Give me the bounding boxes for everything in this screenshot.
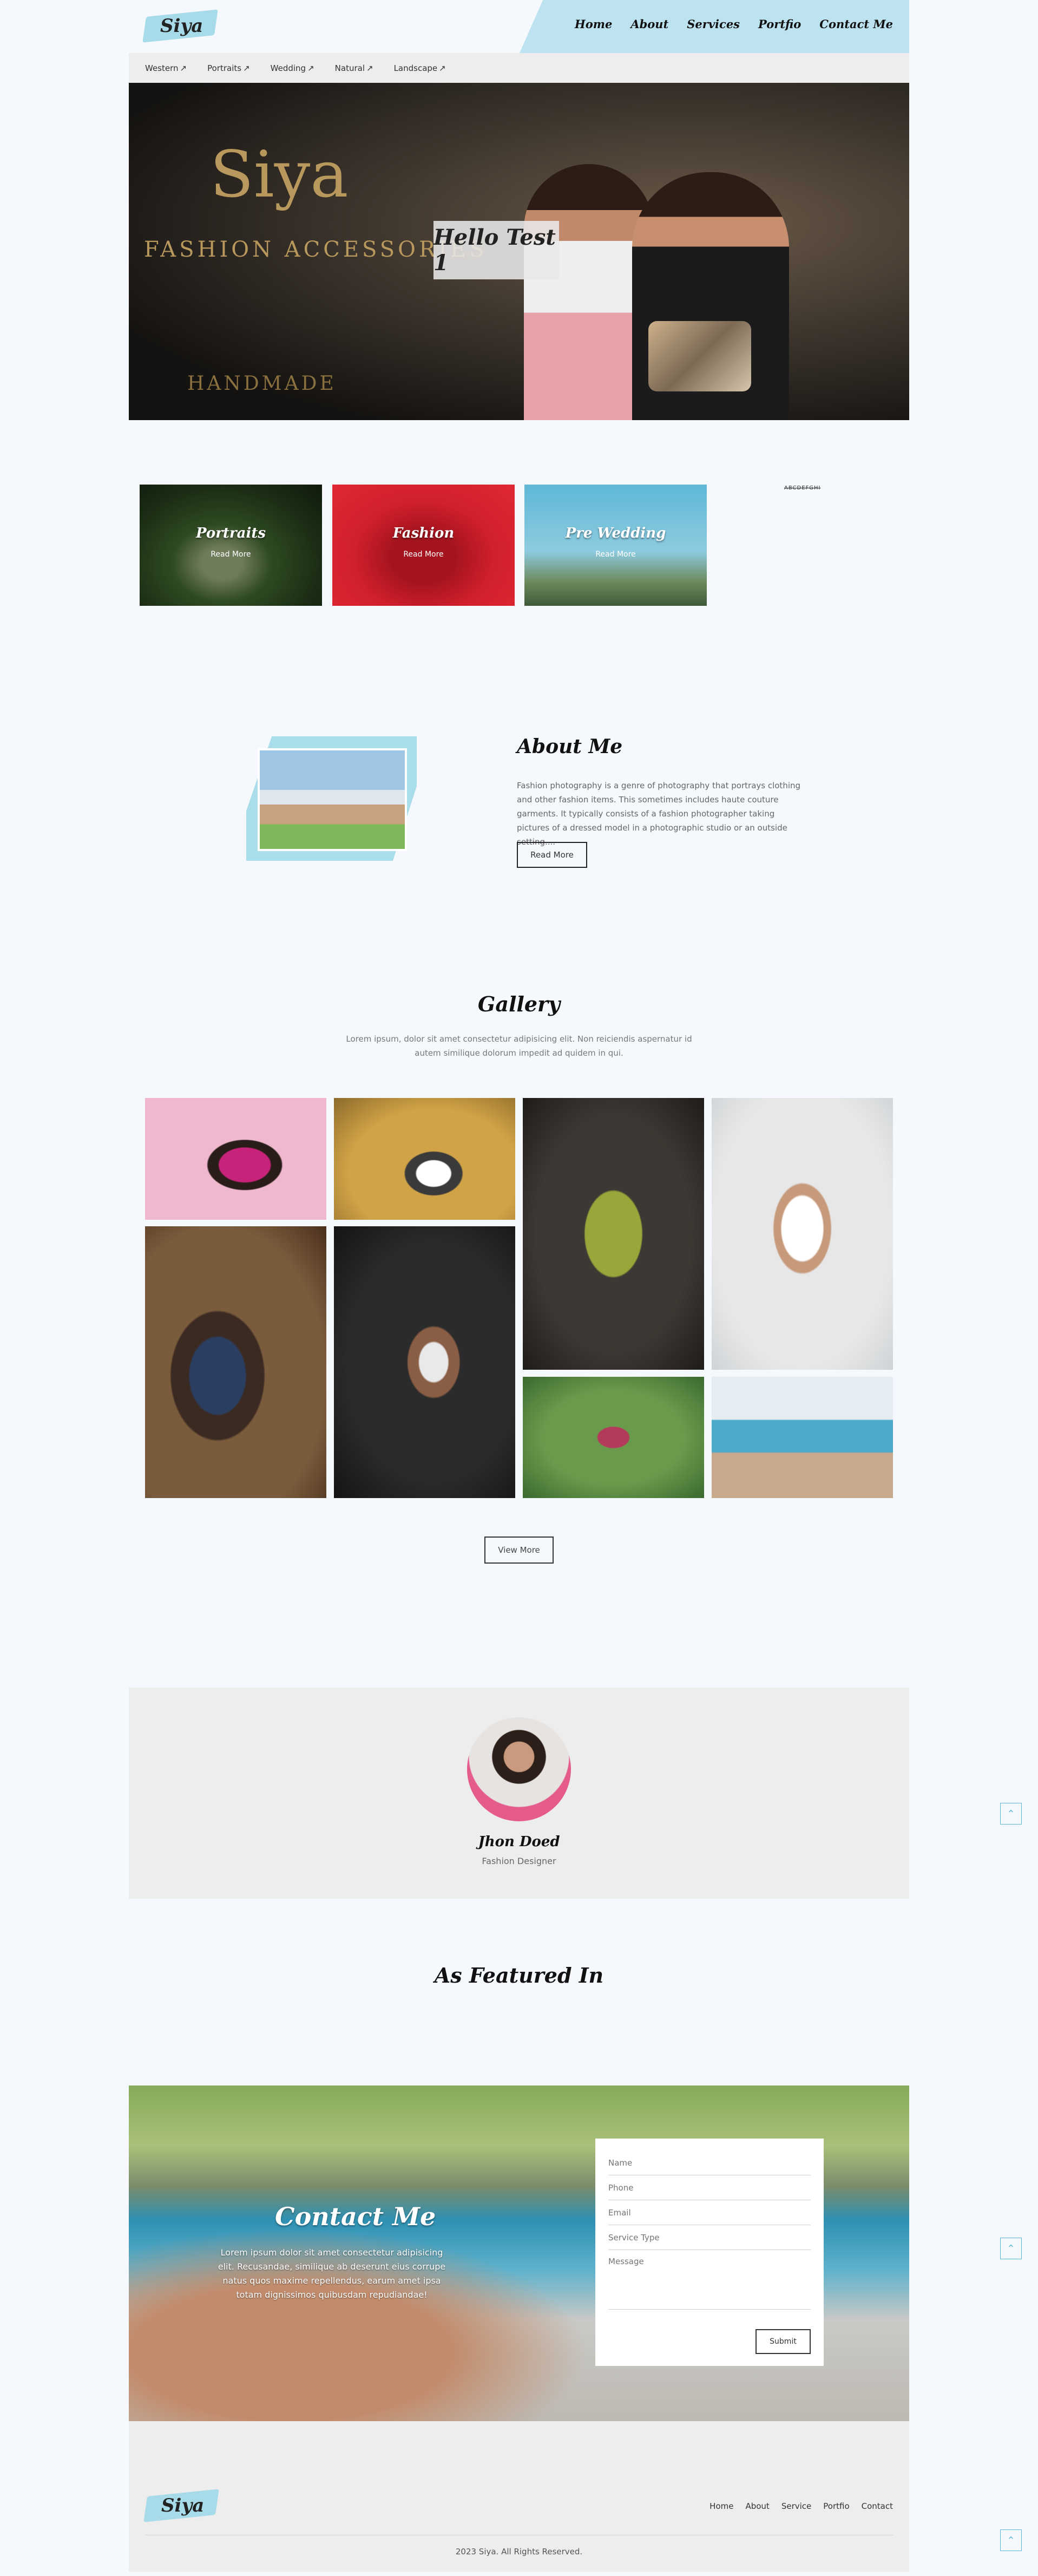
main-nav: Home About Services Portfio Contact Me: [575, 17, 893, 31]
category-title: Fashion: [392, 525, 455, 541]
chevron-up-icon: ⌃: [1007, 1808, 1015, 1820]
nav-contact[interactable]: Contact Me: [819, 17, 893, 31]
external-link-icon: ↗: [243, 63, 250, 73]
profile-name: Jhon Doed: [478, 1834, 560, 1850]
about-title: About Me: [517, 735, 623, 758]
nav-home[interactable]: Home: [575, 17, 612, 31]
footer-link-service[interactable]: Service: [781, 2501, 811, 2511]
contact-form: Submit: [595, 2139, 824, 2366]
hero-card-title: Hello Test 1: [433, 225, 556, 276]
profile-section: Jhon Doed Fashion Designer: [129, 1688, 909, 1899]
category-slider-label: ABCDEFGHI: [784, 485, 821, 491]
about-read-more-button[interactable]: Read More: [517, 842, 587, 868]
category-title: Portraits: [196, 525, 266, 541]
gallery-image[interactable]: [145, 1226, 326, 1498]
gallery-image[interactable]: [712, 1098, 893, 1370]
subnav-portraits[interactable]: Portraits ↗: [207, 63, 250, 73]
category-card-portraits[interactable]: Portraits Read More: [140, 485, 322, 606]
site-footer: Siya Home About Service Portfio Contact …: [129, 2421, 909, 2572]
profile-role: Fashion Designer: [482, 1856, 556, 1866]
message-field[interactable]: [608, 2250, 811, 2310]
subnav-landscape[interactable]: Landscape ↗: [394, 63, 446, 73]
scroll-top-button[interactable]: ⌃: [1000, 2238, 1022, 2259]
site-logo[interactable]: Siya: [142, 8, 218, 43]
hero-brand-text: Siya: [210, 137, 349, 212]
scroll-top-button[interactable]: ⌃: [1000, 1803, 1022, 1825]
site-header: Siya Home About Services Portfio Contact…: [129, 0, 909, 53]
nav-portfolio[interactable]: Portfio: [758, 17, 801, 31]
subnav-label: Landscape: [393, 63, 438, 73]
external-link-icon: ↗: [366, 63, 373, 73]
category-card-fashion[interactable]: Fashion Read More: [332, 485, 515, 606]
service-type-field[interactable]: [608, 2225, 811, 2250]
category-read-more[interactable]: Read More: [140, 550, 322, 559]
gallery-image[interactable]: [523, 1098, 704, 1370]
subnav-label: Wedding: [270, 63, 306, 73]
subnav-label: Natural: [334, 63, 365, 73]
footer-link-home[interactable]: Home: [709, 2501, 733, 2511]
external-link-icon: ↗: [439, 63, 446, 73]
gallery-description: Lorem ipsum, dolor sit amet consectetur …: [346, 1034, 692, 1058]
hero-banner: Siya FASHION ACCESSORIES HANDMADE Hello …: [129, 83, 909, 420]
contact-title: Contact Me: [275, 2202, 436, 2231]
logo-text: Siya: [161, 2495, 205, 2516]
nav-about[interactable]: About: [630, 17, 668, 31]
category-card-pre-wedding[interactable]: Pre Wedding Read More: [524, 485, 707, 606]
footer-logo[interactable]: Siya: [143, 2487, 219, 2522]
external-link-icon: ↗: [307, 63, 314, 73]
gallery-image[interactable]: [523, 1377, 704, 1498]
name-field[interactable]: [608, 2150, 811, 2175]
gallery-image[interactable]: [334, 1098, 515, 1220]
nav-services[interactable]: Services: [687, 17, 740, 31]
subnav-label: Portraits: [207, 63, 242, 73]
footer-copyright: 2023 Siya. All Rights Reserved.: [455, 2547, 583, 2557]
category-read-more[interactable]: Read More: [332, 550, 515, 559]
about-image: [258, 748, 407, 851]
external-link-icon: ↗: [180, 63, 187, 73]
gallery-image[interactable]: [334, 1226, 515, 1498]
phone-field[interactable]: [608, 2175, 811, 2200]
subnav-natural[interactable]: Natural ↗: [335, 63, 373, 73]
hero-handmade: HANDMADE: [187, 372, 337, 395]
avatar: [467, 1717, 571, 1821]
category-read-more[interactable]: Read More: [524, 550, 707, 559]
subnav-western[interactable]: Western ↗: [145, 63, 187, 73]
featured-title: As Featured In: [434, 1963, 604, 1987]
footer-nav: Home About Service Portfio Contact: [709, 2501, 893, 2511]
contact-text: Lorem ipsum dolor sit amet consectetur a…: [218, 2247, 446, 2300]
email-field[interactable]: [608, 2200, 811, 2225]
hero-title-card: Hello Test 1: [433, 221, 559, 279]
logo-text: Siya: [160, 15, 203, 37]
subnav-label: Western: [145, 63, 179, 73]
gallery-image[interactable]: [712, 1377, 893, 1498]
category-title: Pre Wedding: [565, 525, 666, 541]
about-text: Fashion photography is a genre of photog…: [517, 781, 801, 847]
submit-button[interactable]: Submit: [755, 2329, 811, 2354]
gallery-view-more-button[interactable]: View More: [484, 1537, 554, 1564]
scroll-top-button[interactable]: ⌃: [1000, 2529, 1022, 2551]
footer-link-contact[interactable]: Contact: [862, 2501, 893, 2511]
gallery-title: Gallery: [477, 992, 561, 1016]
contact-section: Contact Me Lorem ipsum dolor sit amet co…: [129, 2085, 909, 2421]
chevron-up-icon: ⌃: [1007, 2242, 1015, 2254]
subnav-wedding[interactable]: Wedding ↗: [271, 63, 314, 73]
gallery-image[interactable]: [145, 1098, 326, 1220]
category-subnav: Western ↗ Portraits ↗ Wedding ↗ Natural ↗ La…: [129, 53, 909, 83]
hero-handbag: [648, 321, 751, 391]
chevron-up-icon: ⌃: [1007, 2534, 1015, 2546]
footer-link-about[interactable]: About: [745, 2501, 769, 2511]
footer-link-portfolio[interactable]: Portfio: [823, 2501, 849, 2511]
